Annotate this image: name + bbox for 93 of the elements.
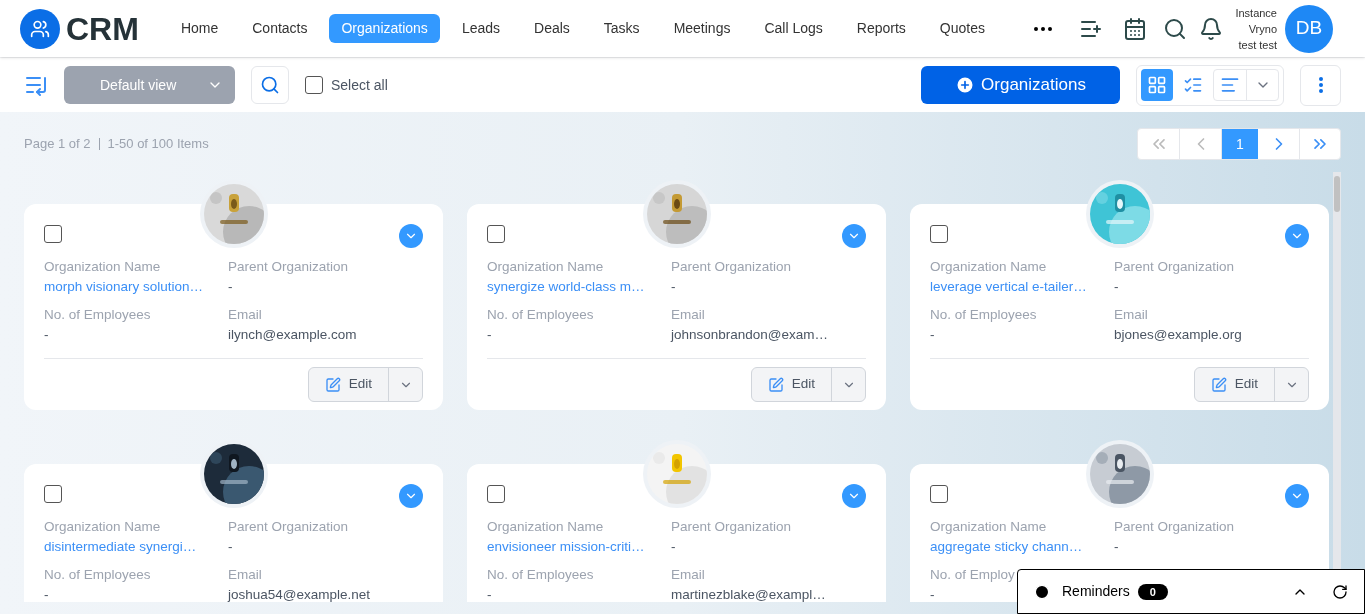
logo-icon: [20, 8, 60, 49]
field-label: Organization Name: [44, 258, 161, 276]
page-summary: Page 1 of 2: [24, 135, 91, 154]
checkbox[interactable]: [930, 485, 948, 503]
field-value: -: [487, 326, 492, 344]
expand-button[interactable]: [399, 484, 423, 508]
search-button[interactable]: [251, 66, 289, 104]
user-avatar[interactable]: DB: [1285, 4, 1333, 53]
user-info-text: Instance: [1235, 5, 1277, 21]
user-info-text: Vryno: [1248, 21, 1277, 37]
field-label: No. of Employees: [487, 566, 594, 584]
nav-tab[interactable]: Quotes: [927, 14, 997, 43]
nav-tab[interactable]: Meetings: [661, 14, 743, 43]
search-icon[interactable]: [1163, 16, 1188, 41]
field-value: -: [1114, 538, 1119, 556]
user-info-text: test test: [1238, 37, 1277, 53]
field-label: No. of Employees: [930, 306, 1037, 324]
field-label: No. of Employees: [44, 306, 151, 324]
field-label: No. of Employ: [930, 566, 1015, 584]
list-icon: [1183, 75, 1203, 95]
reminders-label: Reminders: [1062, 582, 1130, 601]
search-icon: [260, 75, 280, 95]
field-label: Organization Name: [487, 518, 604, 536]
field-label: No. of Employees: [44, 566, 151, 584]
scrollbar[interactable]: [1333, 172, 1341, 569]
field-label: Organization Name: [930, 258, 1047, 276]
refresh-icon[interactable]: [1332, 583, 1348, 600]
field-value: -: [44, 586, 49, 602]
field-label: Organization Name: [44, 518, 161, 536]
expand-button[interactable]: [1285, 484, 1309, 508]
expand-button[interactable]: [1285, 224, 1309, 248]
field-label: Parent Organization: [228, 258, 349, 276]
edit-icon: [1210, 376, 1227, 393]
field-value: -: [671, 278, 676, 296]
field-value: -: [1114, 278, 1119, 296]
edit-icon: [767, 376, 784, 393]
field-label: Organization Name: [930, 518, 1047, 536]
grid-icon: [1147, 75, 1167, 95]
nav-tab[interactable]: Leads: [449, 14, 513, 43]
field-label: Parent Organization: [228, 518, 349, 536]
checkbox[interactable]: [44, 485, 62, 503]
field-label: Organization Name: [487, 258, 604, 276]
calendar-icon[interactable]: [1123, 16, 1148, 41]
field-value: ilynch@example.com: [228, 326, 357, 344]
field-label: Email: [1114, 306, 1148, 324]
expand-button[interactable]: [842, 484, 866, 508]
field-label: Parent Organization: [671, 258, 792, 276]
reminders-panel[interactable]: Reminders 0: [1017, 569, 1365, 614]
lines-icon: [1220, 75, 1240, 95]
field-value: martinezblake@exampl…: [671, 586, 826, 602]
field-value: -: [228, 278, 233, 296]
select-all-label[interactable]: Select all: [331, 74, 388, 96]
checkbox[interactable]: [305, 76, 323, 94]
nav-tab[interactable]: Call Logs: [752, 14, 835, 43]
field-value: bjones@example.org: [1114, 326, 1242, 344]
new-organization-button[interactable]: Organizations: [921, 66, 1120, 104]
field-value: -: [487, 586, 492, 602]
nav-tab[interactable]: Contacts: [240, 14, 320, 43]
expand-button[interactable]: [842, 224, 866, 248]
field-value: -: [671, 538, 676, 556]
field-value: -: [930, 586, 935, 602]
organization-link[interactable]: disintermediate synergi…: [44, 537, 197, 557]
field-label: No. of Employees: [487, 306, 594, 324]
checkbox[interactable]: [44, 225, 62, 243]
field-label: Email: [671, 306, 705, 324]
field-value: -: [930, 326, 935, 344]
nav-tab[interactable]: Tasks: [591, 14, 652, 43]
field-value: joshua54@example.net: [228, 586, 371, 602]
reminders-count: 0: [1137, 583, 1168, 600]
edit-icon: [324, 376, 341, 393]
field-label: Email: [228, 566, 262, 584]
field-label: Parent Organization: [1114, 258, 1235, 276]
item-summary: 1-50 of 100 Items: [107, 135, 209, 154]
kebab-icon: [1318, 77, 1323, 93]
notification-icon[interactable]: [1199, 16, 1224, 41]
field-value: johnsonbrandon@exam…: [671, 326, 829, 344]
logo-text: CRM: [66, 9, 139, 49]
field-value: -: [44, 326, 49, 344]
view-mode-button[interactable]: [1141, 69, 1173, 101]
nav-tab[interactable]: Deals: [522, 14, 582, 43]
expand-button[interactable]: [399, 224, 423, 248]
checkbox[interactable]: [487, 485, 505, 503]
field-value: -: [228, 538, 233, 556]
more-options-button[interactable]: [1300, 64, 1341, 106]
field-label: Email: [671, 566, 705, 584]
field-label: Parent Organization: [1114, 518, 1235, 536]
field-label: Parent Organization: [671, 518, 792, 536]
checkbox[interactable]: [930, 225, 948, 243]
field-label: Email: [228, 306, 262, 324]
plus-icon: [955, 75, 976, 95]
checkbox[interactable]: [487, 225, 505, 243]
nav-tab[interactable]: Reports: [844, 14, 918, 43]
nav-tab[interactable]: Home: [168, 14, 231, 43]
